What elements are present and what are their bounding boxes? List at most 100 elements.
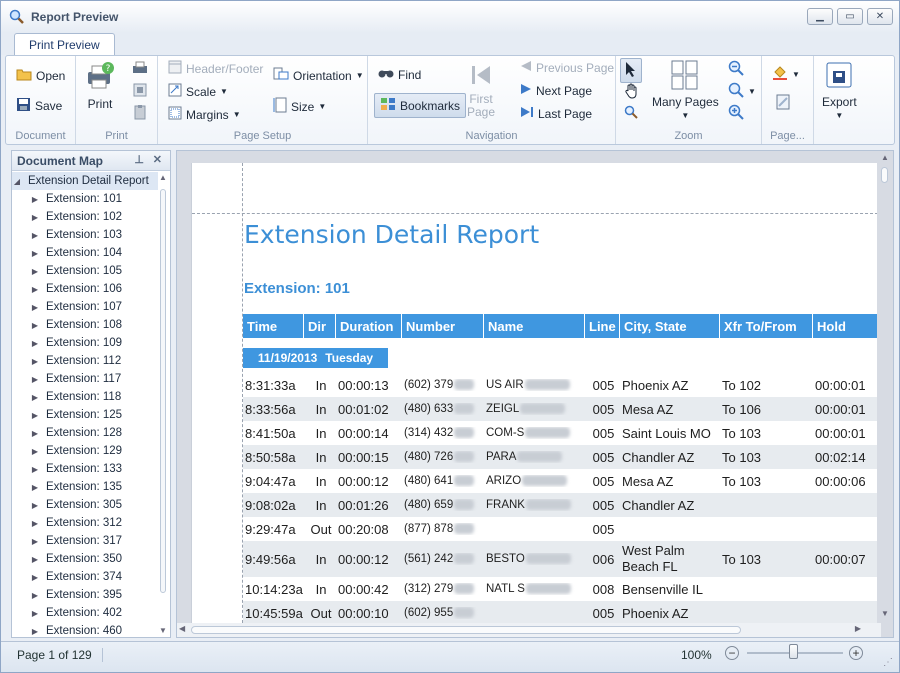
expand-arrow-icon[interactable]: ▶: [30, 483, 40, 492]
next-page-button[interactable]: Next Page: [520, 83, 592, 98]
find-button[interactable]: Find: [378, 67, 421, 82]
expand-arrow-icon[interactable]: ▶: [30, 393, 40, 402]
expand-arrow-icon[interactable]: ▶: [30, 357, 40, 366]
print-button[interactable]: ? Print: [84, 60, 116, 111]
first-page-button[interactable]: First Page: [466, 62, 496, 119]
tree-item-extension[interactable]: ▶ Extension: 118: [12, 388, 158, 406]
tab-print-preview[interactable]: Print Preview: [14, 33, 115, 56]
orientation-button[interactable]: Orientation ▼: [273, 67, 364, 84]
scroll-left-arrow-icon[interactable]: ◀: [179, 624, 185, 633]
expand-arrow-icon[interactable]: ▶: [30, 627, 40, 636]
many-pages-button[interactable]: Many Pages ▼: [652, 60, 719, 120]
tree-item-extension[interactable]: ▶ Extension: 317: [12, 532, 158, 550]
expand-arrow-icon[interactable]: ▶: [30, 591, 40, 600]
tree-item-extension[interactable]: ▶ Extension: 102: [12, 208, 158, 226]
bookmarks-button[interactable]: Bookmarks: [374, 93, 467, 118]
tree-item-extension[interactable]: ▶ Extension: 108: [12, 316, 158, 334]
close-icon[interactable]: ✕: [153, 153, 162, 166]
tree-item-extension[interactable]: ▶ Extension: 112: [12, 352, 158, 370]
size-button[interactable]: Size ▼: [273, 97, 326, 116]
zoom-out-button[interactable]: [728, 60, 744, 79]
tree-item-extension[interactable]: ▶ Extension: 305: [12, 496, 158, 514]
expand-arrow-icon[interactable]: ▶: [30, 195, 40, 204]
expand-arrow-icon[interactable]: ▶: [30, 321, 40, 330]
tree-item-extension[interactable]: ▶ Extension: 133: [12, 460, 158, 478]
expand-arrow-icon[interactable]: ▶: [30, 447, 40, 456]
collapse-arrow-icon[interactable]: ◢: [12, 177, 22, 186]
expand-arrow-icon[interactable]: ▶: [30, 213, 40, 222]
document-map-scrollbar[interactable]: ▲ ▼: [158, 173, 168, 635]
expand-arrow-icon[interactable]: ▶: [30, 375, 40, 384]
pointer-tool-button[interactable]: [620, 58, 642, 83]
scroll-down-arrow-icon[interactable]: ▼: [881, 609, 889, 618]
tree-item-extension[interactable]: ▶ Extension: 104: [12, 244, 158, 262]
tree-item-extension[interactable]: ▶ Extension: 101: [12, 190, 158, 208]
tree-item-extension[interactable]: ▶ Extension: 107: [12, 298, 158, 316]
pin-icon[interactable]: ⊥: [134, 153, 144, 166]
scroll-up-arrow-icon[interactable]: ▲: [159, 173, 167, 182]
scroll-thumb[interactable]: [191, 626, 741, 634]
zoom-dropdown-button[interactable]: ▼: [728, 82, 756, 101]
last-page-button[interactable]: Last Page: [520, 106, 592, 121]
close-button[interactable]: ✕: [867, 8, 893, 25]
previous-page-button[interactable]: Previous Page: [520, 60, 614, 75]
tree-item-extension[interactable]: ▶ Extension: 135: [12, 478, 158, 496]
parameters-button[interactable]: [132, 104, 148, 123]
tree-item-extension[interactable]: ▶ Extension: 128: [12, 424, 158, 442]
zoom-plus-button[interactable]: +: [849, 646, 863, 660]
expand-arrow-icon[interactable]: ▶: [30, 609, 40, 618]
expand-arrow-icon[interactable]: ▶: [30, 519, 40, 528]
zoom-in-button[interactable]: [728, 104, 744, 123]
tree-item-extension[interactable]: ▶ Extension: 350: [12, 550, 158, 568]
print-options-button[interactable]: [132, 82, 148, 101]
tree-item-extension[interactable]: ▶ Extension: 109: [12, 334, 158, 352]
expand-arrow-icon[interactable]: ▶: [30, 555, 40, 564]
expand-arrow-icon[interactable]: ▶: [30, 339, 40, 348]
preview-horizontal-scrollbar[interactable]: ◀ ▶: [177, 623, 881, 637]
magnifier-tool-button[interactable]: [624, 105, 638, 122]
tree-item-extension[interactable]: ▶ Extension: 460: [12, 622, 158, 637]
resize-grip-icon[interactable]: ⋰: [883, 657, 893, 668]
expand-arrow-icon[interactable]: ▶: [30, 537, 40, 546]
tree-item-extension[interactable]: ▶ Extension: 402: [12, 604, 158, 622]
scroll-thumb[interactable]: [160, 189, 166, 593]
preview-vertical-scrollbar[interactable]: ▲ ▼: [879, 153, 891, 618]
zoom-slider-thumb[interactable]: [789, 644, 798, 659]
quick-print-button[interactable]: [132, 60, 148, 79]
tree-item-extension[interactable]: ▶ Extension: 125: [12, 406, 158, 424]
scroll-right-arrow-icon[interactable]: ▶: [855, 624, 861, 633]
tree-item-extension[interactable]: ▶ Extension: 105: [12, 262, 158, 280]
tree-item-extension[interactable]: ▶ Extension: 117: [12, 370, 158, 388]
expand-arrow-icon[interactable]: ▶: [30, 231, 40, 240]
tree-item-extension[interactable]: ▶ Extension: 103: [12, 226, 158, 244]
tree-root-extension-detail-report[interactable]: ◢ Extension Detail Report: [12, 172, 158, 190]
zoom-minus-button[interactable]: −: [725, 646, 739, 660]
tree-item-extension[interactable]: ▶ Extension: 395: [12, 586, 158, 604]
margins-button[interactable]: Margins ▼: [168, 106, 241, 123]
scroll-up-arrow-icon[interactable]: ▲: [881, 153, 889, 162]
expand-arrow-icon[interactable]: ▶: [30, 411, 40, 420]
maximize-button[interactable]: ▭: [837, 8, 863, 25]
expand-arrow-icon[interactable]: ▶: [30, 429, 40, 438]
expand-arrow-icon[interactable]: ▶: [30, 501, 40, 510]
watermark-button[interactable]: [776, 94, 790, 113]
tree-item-extension[interactable]: ▶ Extension: 312: [12, 514, 158, 532]
expand-arrow-icon[interactable]: ▶: [30, 303, 40, 312]
open-button[interactable]: Open: [16, 67, 65, 84]
header-footer-button[interactable]: Header/Footer: [168, 60, 263, 77]
hand-tool-button[interactable]: [624, 83, 640, 102]
expand-arrow-icon[interactable]: ▶: [30, 573, 40, 582]
tree-item-extension[interactable]: ▶ Extension: 374: [12, 568, 158, 586]
expand-arrow-icon[interactable]: ▶: [30, 249, 40, 258]
save-button[interactable]: Save: [16, 97, 62, 115]
expand-arrow-icon[interactable]: ▶: [30, 267, 40, 276]
scale-button[interactable]: Scale ▼: [168, 83, 228, 100]
expand-arrow-icon[interactable]: ▶: [30, 465, 40, 474]
export-button[interactable]: Export ▼: [822, 60, 857, 120]
expand-arrow-icon[interactable]: ▶: [30, 285, 40, 294]
page-color-button[interactable]: ▼: [772, 65, 800, 84]
scroll-thumb[interactable]: [881, 167, 888, 183]
minimize-button[interactable]: ▁: [807, 8, 833, 25]
tree-item-extension[interactable]: ▶ Extension: 129: [12, 442, 158, 460]
tree-item-extension[interactable]: ▶ Extension: 106: [12, 280, 158, 298]
